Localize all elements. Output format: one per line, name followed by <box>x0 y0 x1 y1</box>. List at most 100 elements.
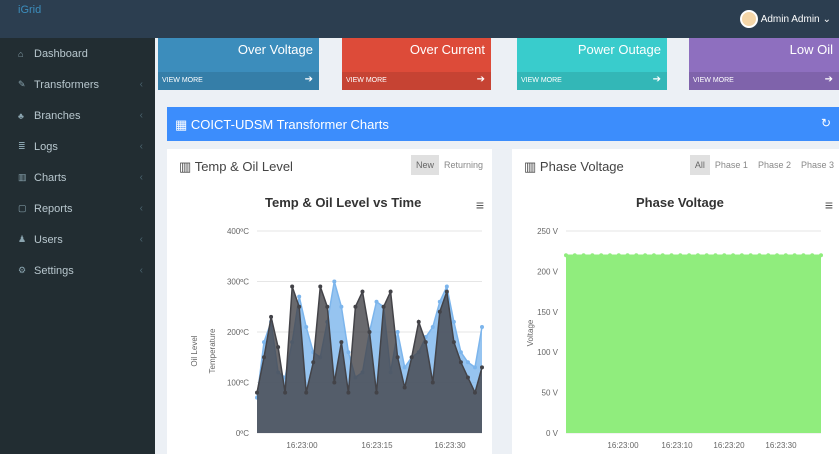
view-more-link[interactable]: VIEW MORE ➔ <box>342 72 491 90</box>
sidebar-item-label: Dashboard <box>34 47 88 60</box>
data-point <box>687 253 692 258</box>
data-point <box>599 253 604 258</box>
y-axis-label-voltage: Voltage <box>526 319 535 346</box>
data-point <box>625 253 630 258</box>
temp-oil-plot: 0ºC 100ºC 200ºC 300ºC 400ºC 16:23:00 16:23:15 1… <box>190 227 484 450</box>
data-point <box>731 253 736 258</box>
sidebar-item-settings[interactable]: ⚙ Settings ‹ <box>0 255 155 286</box>
data-point <box>451 319 456 324</box>
data-point <box>757 253 762 258</box>
sidebar-item-label: Charts <box>34 171 67 184</box>
sidebar-item-logs[interactable]: ≣ Logs ‹ <box>0 131 155 162</box>
data-point <box>283 390 288 395</box>
chevron-left-icon: ‹ <box>139 110 143 121</box>
data-point <box>634 253 639 258</box>
data-point <box>346 350 351 355</box>
data-point <box>402 385 407 390</box>
tab-phase-1[interactable]: Phase 1 <box>710 155 753 175</box>
tab-new[interactable]: New <box>410 155 439 175</box>
sidebar-item-branches[interactable]: ♣ Branches ‹ <box>0 100 155 131</box>
data-point <box>722 253 727 258</box>
data-point <box>269 314 274 319</box>
data-point <box>304 324 309 329</box>
data-point <box>297 304 302 309</box>
data-point <box>766 253 771 258</box>
series-area <box>566 255 821 433</box>
sidebar-item-label: Users <box>34 233 63 246</box>
data-point <box>801 253 806 258</box>
y-tick-label: 300ºC <box>227 278 249 287</box>
data-point <box>374 299 379 304</box>
sidebar-item-transformers[interactable]: ✎ Transformers ‹ <box>0 69 155 100</box>
chevron-down-icon: ⌄ <box>822 13 831 25</box>
chart-icon: ▥ <box>179 159 192 174</box>
sidebar-item-dashboard[interactable]: ⌂ Dashboard <box>0 38 155 69</box>
data-point <box>748 253 753 258</box>
tab-phase-3[interactable]: Phase 3 <box>796 155 839 175</box>
data-point <box>276 345 281 350</box>
y-tick-label: 50 V <box>542 389 559 398</box>
data-point <box>660 253 665 258</box>
data-point <box>444 289 449 294</box>
data-point <box>339 340 344 345</box>
data-point <box>262 355 267 360</box>
panel-header: ▦ COICT-UDSM Transformer Charts ↻ <box>167 107 839 141</box>
data-point <box>339 304 344 309</box>
data-point <box>388 289 393 294</box>
sidebar-item-label: Settings <box>34 264 74 277</box>
tab-group: New Returning <box>410 155 488 175</box>
brand-logo[interactable]: iGrid <box>18 4 41 16</box>
sidebar-item-charts[interactable]: ▥ Charts ‹ <box>0 162 155 193</box>
branches-icon: ♣ <box>18 110 24 121</box>
data-point <box>416 319 421 324</box>
data-point <box>255 390 259 395</box>
data-point <box>395 355 400 360</box>
phase-voltage-card: ▥ Phase Voltage All Phase 1 Phase 2 Phas… <box>512 149 839 454</box>
chevron-left-icon: ‹ <box>139 141 143 152</box>
data-point <box>695 253 700 258</box>
data-point <box>297 294 302 299</box>
data-point <box>304 390 309 395</box>
data-point <box>465 375 470 380</box>
top-navbar: iGrid Admin Admin ⌄ <box>0 0 839 38</box>
card-title: ▥ Phase Voltage <box>524 159 624 174</box>
data-point <box>325 304 330 309</box>
phase-voltage-plot: 0 V 50 V 100 V 150 V 200 V 250 V 16:23:00 16:23… <box>526 227 823 450</box>
sidebar-item-users[interactable]: ♟ Users ‹ <box>0 224 155 255</box>
data-point <box>480 365 484 370</box>
data-point <box>367 330 372 334</box>
tab-returning[interactable]: Returning <box>439 155 488 175</box>
arrow-circle-right-icon: ➔ <box>476 74 485 85</box>
power-outage-box: Power Outage VIEW MORE ➔ <box>517 38 667 90</box>
data-point <box>430 380 435 385</box>
data-point <box>346 390 351 395</box>
chart-icon: ▥ <box>524 159 537 174</box>
charts-icon: ▥ <box>18 172 27 182</box>
tab-phase-2[interactable]: Phase 2 <box>753 155 796 175</box>
over-voltage-box: Over Voltage VIEW MORE ➔ <box>158 38 319 90</box>
y-tick-label: 200 V <box>537 267 559 276</box>
chevron-left-icon: ‹ <box>139 79 143 90</box>
user-menu[interactable]: Admin Admin ⌄ <box>739 10 831 28</box>
data-point <box>290 284 295 289</box>
data-point <box>669 253 674 258</box>
view-more-link[interactable]: VIEW MORE ➔ <box>517 72 667 90</box>
arrow-circle-right-icon: ➔ <box>304 74 313 85</box>
home-icon: ⌂ <box>18 48 24 59</box>
chevron-left-icon: ‹ <box>139 203 143 214</box>
tab-group: All Phase 1 Phase 2 Phase 3 <box>689 155 839 175</box>
x-tick-label: 16:23:30 <box>765 441 797 450</box>
data-point <box>402 365 407 370</box>
x-tick-label: 16:23:20 <box>713 441 745 450</box>
data-point <box>374 390 379 395</box>
x-tick-label: 16:23:30 <box>434 441 466 450</box>
data-point <box>332 380 337 385</box>
data-point <box>810 253 815 258</box>
sidebar-item-reports[interactable]: ▢ Reports ‹ <box>0 193 155 224</box>
view-more-link[interactable]: VIEW MORE ➔ <box>689 72 839 90</box>
view-more-link[interactable]: VIEW MORE ➔ <box>158 72 319 90</box>
refresh-icon[interactable]: ↻ <box>821 116 831 130</box>
data-point <box>423 340 428 345</box>
avatar <box>739 10 758 28</box>
tab-all[interactable]: All <box>689 155 710 175</box>
